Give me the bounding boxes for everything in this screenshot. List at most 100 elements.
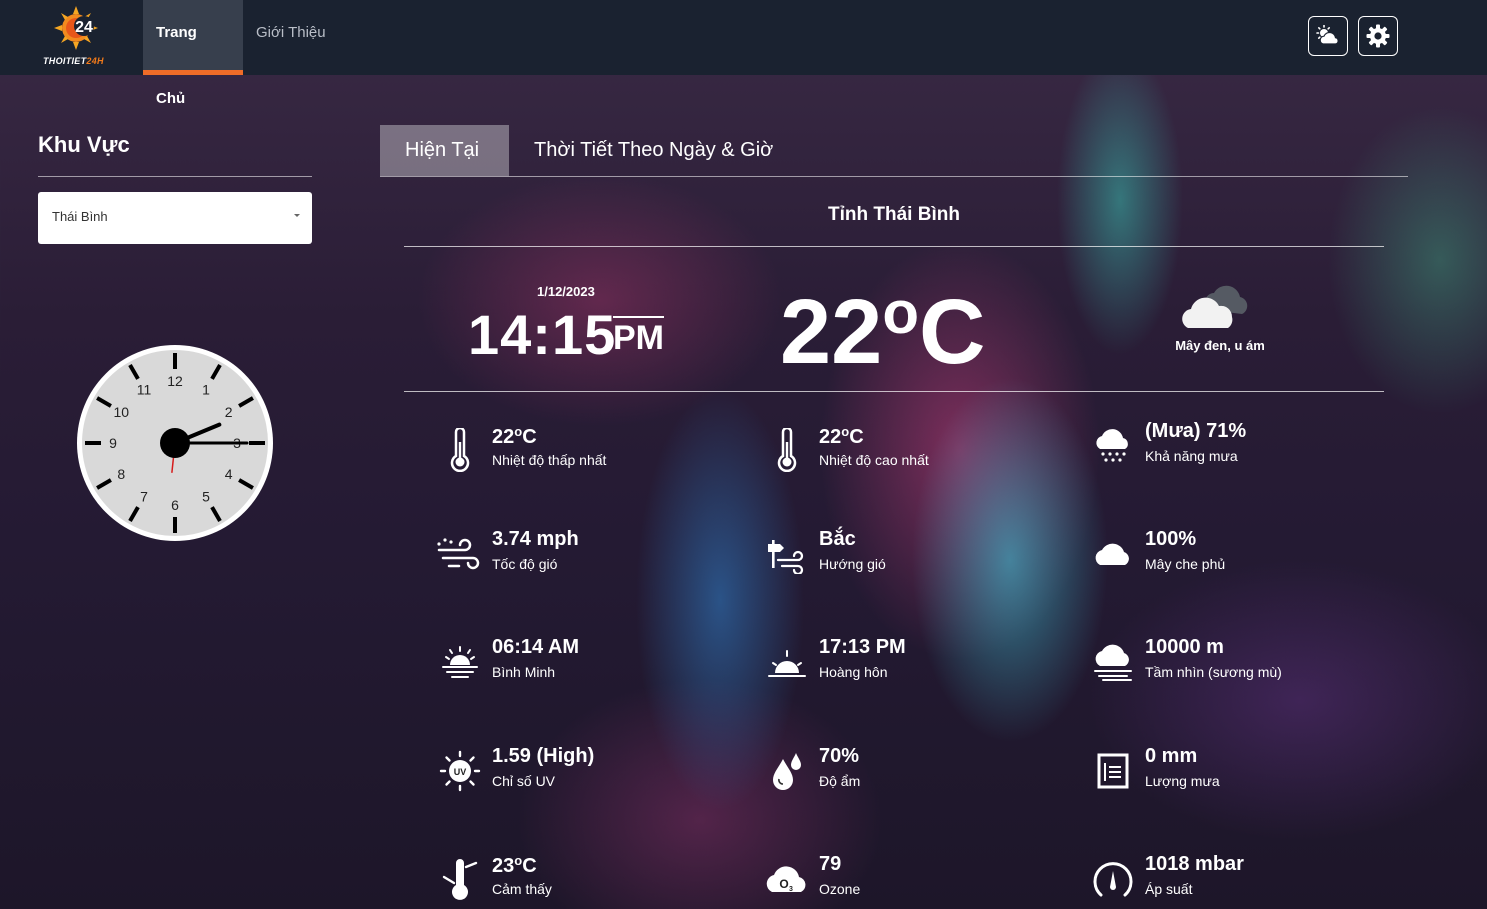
stat-value: 23 (492, 855, 515, 877)
logo-text-accent: 24H (86, 56, 104, 66)
stat-value: 22 (492, 426, 515, 448)
overcast-cloud-icon (1180, 280, 1260, 337)
caret-down-icon (294, 214, 300, 217)
svg-text:3: 3 (789, 886, 793, 893)
stat-label: Chỉ số UV (492, 773, 556, 789)
stat-wind-speed: 3.74 mph Tốc độ gió (434, 528, 734, 588)
stat-value: Bắc (819, 528, 856, 550)
stat-value: 17:13 PM (819, 636, 906, 658)
stat-label: Lượng mưa (1145, 773, 1220, 789)
stat-wind-direction: Bắc Hướng gió (761, 528, 1061, 588)
clock-number: 5 (202, 489, 210, 505)
sunrise-icon (434, 636, 486, 688)
temperature-unit: C (919, 281, 986, 383)
current-time: 14:15 (468, 303, 617, 366)
location-title: Tỉnh Thái Bình (828, 204, 960, 225)
wind-direction-icon (761, 528, 813, 580)
tab-forecast[interactable]: Thời Tiết Theo Ngày & Giờ (509, 125, 798, 176)
svg-text:O: O (779, 877, 788, 891)
clock-number: 2 (225, 404, 233, 420)
stat-value: 100% (1145, 528, 1197, 550)
stat-sunrise: 06:14 AM Bình Minh (434, 636, 734, 696)
ozone-icon: O3 (761, 853, 813, 905)
logo-text: THOITIET24H (43, 56, 104, 66)
stat-label: Khả năng mưa (1145, 448, 1238, 464)
stat-value: 1.59 (High) (492, 745, 595, 767)
sidebar-title: Khu Vực (38, 132, 130, 157)
divider-top (404, 246, 1384, 247)
fog-icon (1087, 636, 1139, 688)
stat-cloud-cover: 100% Mây che phủ (1087, 528, 1387, 588)
svg-text:UV: UV (454, 767, 467, 777)
weather-icon (1316, 25, 1339, 45)
clock-number: 8 (117, 466, 125, 482)
stat-label: Độ ẩm (819, 773, 861, 789)
clock-number: 12 (167, 373, 183, 389)
stat-label: Tầm nhìn (sương mù) (1145, 664, 1282, 680)
weather-button[interactable] (1308, 16, 1348, 56)
condition-text: Mây đen, u ám (1175, 338, 1265, 353)
stat-label: Bình Minh (492, 664, 556, 680)
current-date: 1/12/2023 (537, 284, 595, 299)
stat-value: 3.74 mph (492, 528, 579, 550)
stat-rain-chance: (Mưa) 71% Khả năng mưa (1087, 420, 1387, 480)
divider-bottom (404, 391, 1384, 392)
stat-value: (Mưa) 71% (1145, 420, 1247, 442)
stat-value: 79 (819, 853, 842, 875)
stat-visibility: 10000 m Tầm nhìn (sương mù) (1087, 636, 1387, 696)
stat-label: Ozone (819, 881, 861, 897)
stat-label: Cảm thấy (492, 881, 552, 897)
nav-tab-home[interactable]: Trang Chủ (143, 0, 243, 107)
clock-number: 10 (114, 404, 130, 420)
stat-label: Tốc độ gió (492, 556, 558, 572)
thermometer-icon (434, 424, 486, 476)
stat-value: 1018 mbar (1145, 853, 1244, 875)
settings-button[interactable] (1358, 16, 1398, 56)
stat-label: Nhiệt độ thấp nhất (492, 452, 607, 468)
feels-like-icon (434, 853, 486, 905)
temperature-value: 22 (780, 281, 883, 383)
stat-label: Hướng gió (819, 556, 886, 572)
sun-logo-icon: 24 (54, 6, 98, 50)
stat-max-temp: 22oC Nhiệt độ cao nhất (761, 424, 1061, 484)
stat-value: 0 mm (1145, 745, 1198, 767)
stat-unit: C (849, 426, 864, 448)
analog-clock: 123456789101112 (75, 343, 275, 543)
stat-feels-like: 23oC Cảm thấy (434, 853, 734, 909)
time-ampm: PM (613, 316, 664, 358)
clock-number: 1 (202, 381, 210, 397)
region-select[interactable]: Thái Bình (38, 192, 312, 244)
stat-label: Hoàng hôn (819, 664, 888, 680)
clock-number: 4 (225, 466, 233, 482)
wind-icon (434, 528, 486, 580)
stat-value: 70% (819, 745, 860, 767)
rain-gauge-icon (1087, 745, 1139, 797)
region-select-value: Thái Bình (52, 209, 108, 224)
nav-tab-about[interactable]: Giới Thiệu (243, 0, 339, 75)
stat-label: Áp suất (1145, 881, 1193, 897)
cloud-icon (1087, 528, 1139, 580)
pressure-gauge-icon (1087, 853, 1139, 905)
sidebar-divider (38, 176, 312, 177)
stat-pressure: 1018 mbar Áp suất (1087, 853, 1387, 909)
clock-face: 123456789101112 (77, 345, 273, 541)
humidity-icon (761, 745, 813, 797)
stat-min-temp: 22oC Nhiệt độ thấp nhất (434, 424, 734, 484)
stat-value: 22 (819, 426, 842, 448)
rain-cloud-icon (1087, 420, 1139, 472)
stat-uv-index: UV 1.59 (High) Chỉ số UV (434, 745, 734, 805)
stat-humidity: 70% Độ ẩm (761, 745, 1061, 805)
clock-number: 6 (171, 497, 179, 513)
current-temperature: 22oC (780, 279, 986, 383)
stat-label: Mây che phủ (1145, 556, 1226, 572)
thermometer-icon (761, 424, 813, 476)
stat-value: 06:14 AM (492, 636, 580, 658)
stat-precipitation: 0 mm Lượng mưa (1087, 745, 1387, 805)
clock-number: 7 (140, 489, 148, 505)
uv-icon: UV (434, 745, 486, 797)
stat-sunset: 17:13 PM Hoàng hôn (761, 636, 1061, 696)
logo-text-main: THOITIET (43, 56, 87, 66)
clock-number: 11 (137, 381, 152, 397)
clock-center (160, 428, 190, 458)
tab-current[interactable]: Hiện Tại (380, 125, 509, 176)
